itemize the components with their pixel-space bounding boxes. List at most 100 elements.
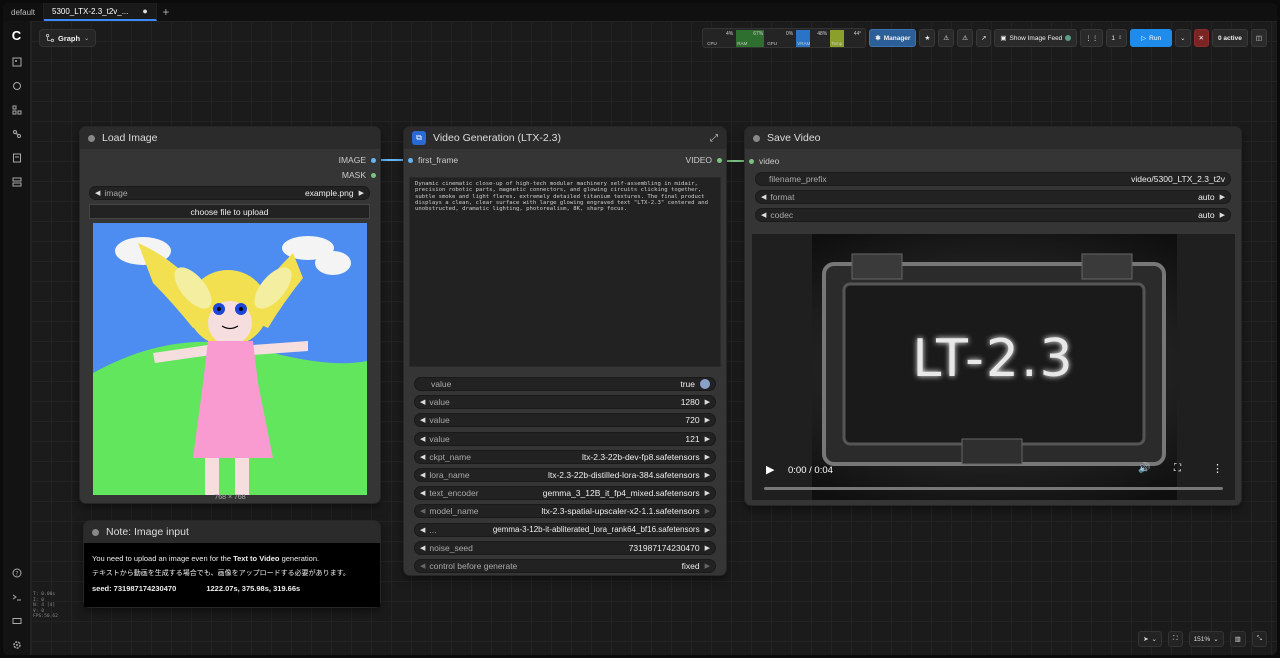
expand-icon[interactable]: ⤢ [710,133,718,144]
fullscreen-icon[interactable]: ⛶ [1174,463,1181,474]
unsaved-dot[interactable]: ● [142,6,147,16]
arrow-right-icon[interactable]: ▶ [705,562,710,570]
cancel-button[interactable]: ✕ [1193,29,1209,47]
widget-value-1[interactable]: ◀ value 1280 ▶ [414,395,716,410]
video-generation-node[interactable]: ⧉ Video Generation (LTX-2.3) ⤢ first_fra… [404,127,726,575]
arrow-right-icon[interactable]: ▶ [705,471,710,479]
filename-prefix-widget[interactable]: filename_prefix video/5300_LTX_2.3_t2v [755,172,1231,186]
widget-lora-name-5[interactable]: ◀ lora_name ltx-2.3-22b-distilled-lora-384… [414,468,716,482]
subgraph-icon[interactable]: ⧉ [412,131,426,145]
widget-model-name-7[interactable]: ◀ model_name ltx-2.3-spatial-upscaler-x2-1… [414,504,716,519]
codec-widget[interactable]: ◀ codec auto ▶ [755,208,1231,222]
arrow-left-icon[interactable]: ◀ [761,193,766,201]
alert-button-2[interactable]: ⚠ [957,29,973,47]
video-progress-bar[interactable] [764,487,1223,490]
widget-noise-seed-9[interactable]: ◀ noise_seed 731987174230470 ▶ [414,540,716,555]
volume-icon[interactable]: 🔊 [1138,463,1150,474]
arrow-right-icon[interactable]: ▶ [705,398,710,406]
workflows-icon[interactable] [10,151,23,164]
node-title-bar[interactable]: Note: Image input [84,521,380,543]
collapse-dot-icon[interactable] [753,134,760,142]
run-button[interactable]: ▷ Run [1130,29,1173,47]
prompt-textarea[interactable]: Dynamic cinematic close-up of high-tech … [409,177,721,367]
share-button[interactable]: ↗ [975,29,992,47]
widget-control-before-generate-10[interactable]: ◀ control before generate fixed ▶ [414,559,716,573]
arrow-right-icon[interactable]: ▶ [705,416,710,424]
widget-text-encoder-6[interactable]: ◀ text_encoder gemma_3_12B_it_fp4_mixed.sa… [414,486,716,501]
link-visibility-button[interactable]: ⤡ [1251,631,1267,647]
model-library-icon[interactable] [10,127,23,140]
tab-default[interactable]: default [3,3,45,21]
slot-dot-icon[interactable] [371,157,376,163]
widget-ckpt-name-4[interactable]: ◀ ckpt_name ltx-2.3-22b-dev-fp8.safetensor… [414,449,716,464]
arrow-left-icon[interactable]: ◀ [420,507,425,515]
keyboard-icon[interactable] [10,614,23,627]
video-player[interactable]: LT-2.3 ▶ 0:00 / 0:04 🔊 ⛶ ⋮ [752,234,1235,500]
note-node[interactable]: Note: Image input You need to upload an … [84,521,380,607]
slot-dot-icon[interactable] [408,157,413,163]
load-image-node[interactable]: Load Image IMAGE MASK ◀ image example.png… [80,127,380,503]
output-image[interactable]: IMAGE [339,155,376,165]
terminal-icon[interactable] [10,590,23,603]
star-button[interactable]: ★ [919,29,936,47]
slot-dot-icon[interactable] [371,172,376,178]
slot-dot-icon[interactable] [717,157,722,163]
output-video[interactable]: VIDEO [686,155,722,165]
queue-count-input[interactable]: 1 ⇕ [1106,29,1128,47]
arrow-right-icon[interactable]: ▶ [359,189,364,197]
arrow-left-icon[interactable]: ◀ [420,453,425,461]
more-options-icon[interactable]: ⋮ [1212,462,1223,475]
node-title-bar[interactable]: ⧉ Video Generation (LTX-2.3) ⤢ [404,127,726,149]
image-selector[interactable]: ◀ image example.png ▶ [89,186,370,200]
arrow-right-icon[interactable]: ▶ [1220,193,1225,201]
arrow-right-icon[interactable]: ▶ [705,453,710,461]
save-video-node[interactable]: Save Video video filename_prefix video/5… [745,127,1241,505]
arrow-right-icon[interactable]: ▶ [705,489,710,497]
widget-value-0[interactable]: value true [414,377,716,391]
drag-handle[interactable]: ⋮⋮ [1080,29,1104,47]
arrow-right-icon[interactable]: ▶ [1220,211,1225,219]
arrow-left-icon[interactable]: ◀ [420,435,425,443]
alert-button-1[interactable]: ⚠ [938,29,955,47]
arrow-right-icon[interactable]: ▶ [705,544,710,552]
input-video[interactable]: video [749,156,779,166]
arrow-left-icon[interactable]: ◀ [95,189,100,197]
arrow-right-icon[interactable]: ▶ [705,435,710,443]
history-icon[interactable] [10,79,23,92]
zoom-control[interactable]: 151% ⌄ [1188,631,1224,647]
node-title-bar[interactable]: Load Image [80,127,380,149]
graph-breadcrumb-button[interactable]: Graph ⌄ [39,29,97,47]
manager-button[interactable]: ✱ Manager [869,29,917,47]
image-icon[interactable] [10,55,23,68]
arrow-left-icon[interactable]: ◀ [420,489,425,497]
select-mode-button[interactable]: ➤ ⌄ [1138,631,1162,647]
tab-workflow[interactable]: 5300_LTX-2.3_t2v_... ● [44,3,157,21]
panel-toggle-button[interactable]: ◫ [1250,29,1267,47]
minimap-button[interactable]: ▥ [1229,631,1246,647]
show-image-feed-button[interactable]: ▣ Show Image Feed [994,29,1078,47]
arrow-left-icon[interactable]: ◀ [420,562,425,570]
templates-icon[interactable] [10,175,23,188]
arrow-right-icon[interactable]: ▶ [705,507,710,515]
add-tab-button[interactable]: + [157,3,175,21]
input-first-frame[interactable]: first_frame [408,155,458,165]
widget-value-2[interactable]: ◀ value 720 ▶ [414,413,716,428]
settings-gear-icon[interactable] [10,638,23,651]
arrow-left-icon[interactable]: ◀ [420,544,425,552]
arrow-left-icon[interactable]: ◀ [420,526,425,534]
run-options-button[interactable]: ⌄ [1175,29,1191,47]
collapse-dot-icon[interactable] [92,528,99,536]
note-text[interactable]: You need to upload an image even for the… [84,543,380,607]
collapse-dot-icon[interactable] [88,134,95,142]
node-title-bar[interactable]: Save Video [745,127,1241,149]
comfy-logo-icon[interactable]: C [10,28,23,43]
arrow-left-icon[interactable]: ◀ [420,416,425,424]
toggle-knob-icon[interactable] [700,379,710,389]
queue-active-button[interactable]: 0 active [1211,29,1248,47]
arrow-left-icon[interactable]: ◀ [420,398,425,406]
format-widget[interactable]: ◀ format auto ▶ [755,190,1231,204]
output-mask[interactable]: MASK [342,170,376,180]
help-icon[interactable]: ? [10,566,23,579]
upload-button[interactable]: choose file to upload [89,204,370,219]
fit-view-button[interactable]: ⛶ [1168,631,1183,647]
